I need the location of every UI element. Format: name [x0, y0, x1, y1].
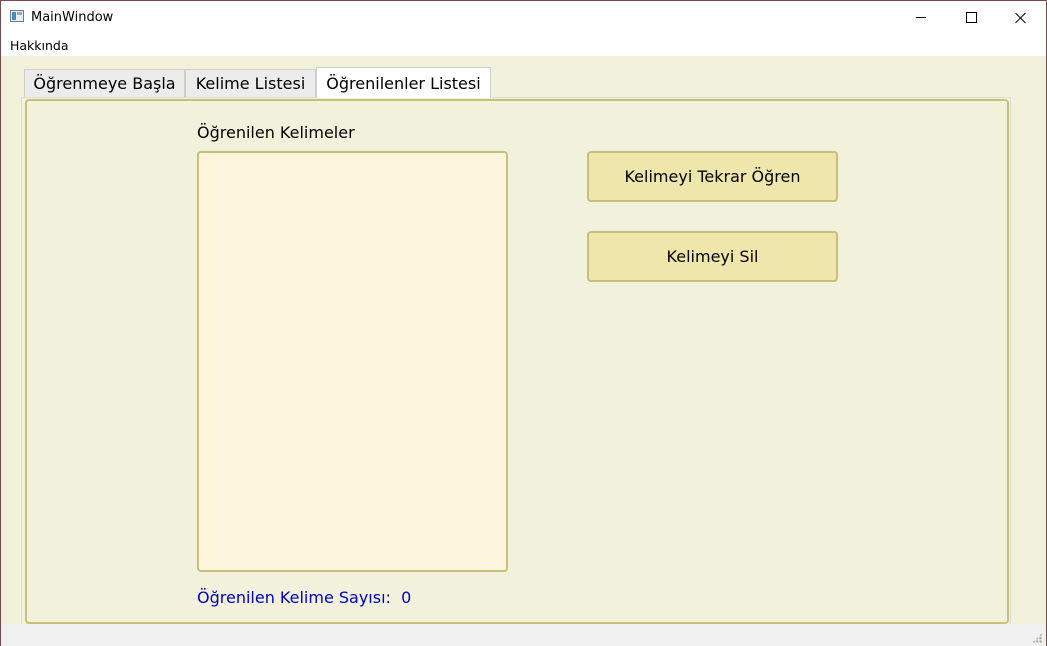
relearn-word-button[interactable]: Kelimeyi Tekrar Öğren: [587, 151, 838, 202]
minimize-icon: [916, 17, 926, 18]
main-window: MainWindow Hakkında Öğrenmeye Başla Keli…: [0, 0, 1047, 646]
minimize-button[interactable]: [898, 1, 944, 34]
learned-words-label: Öğrenilen Kelimeler: [197, 123, 355, 142]
close-icon: [1015, 12, 1027, 24]
title-bar[interactable]: MainWindow: [1, 1, 1046, 34]
maximize-icon: [965, 12, 977, 23]
tab-ogrenmeye-basla[interactable]: Öğrenmeye Başla: [24, 69, 185, 97]
maximize-button[interactable]: [948, 1, 994, 34]
app-window-icon: [10, 10, 24, 22]
close-button[interactable]: [998, 1, 1044, 34]
menu-item-hakkinda[interactable]: Hakkında: [9, 38, 70, 53]
menu-bar: Hakkında: [1, 34, 1046, 56]
learned-count-label: Öğrenilen Kelime Sayısı:: [197, 588, 391, 607]
tab-ogrenilenler-listesi[interactable]: Öğrenilenler Listesi: [316, 67, 491, 98]
resize-grip-icon[interactable]: [1032, 633, 1042, 643]
tab-kelime-listesi[interactable]: Kelime Listesi: [185, 69, 316, 97]
learned-words-list[interactable]: [197, 151, 508, 572]
learned-count-row: Öğrenilen Kelime Sayısı: 0: [197, 588, 411, 607]
learned-words-panel: [25, 99, 1009, 624]
window-title: MainWindow: [31, 10, 114, 25]
status-bar: [1, 624, 1046, 646]
delete-word-button[interactable]: Kelimeyi Sil: [587, 231, 838, 282]
learned-count-value: 0: [401, 588, 412, 607]
